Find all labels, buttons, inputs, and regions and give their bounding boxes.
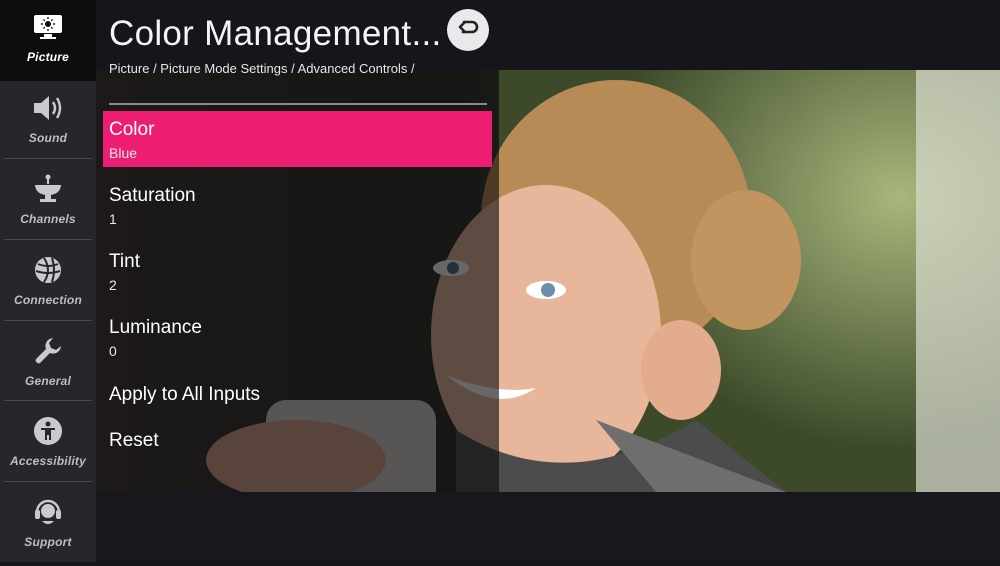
settings-sidebar: Picture Sound Channels Connection Genera…	[0, 0, 96, 562]
sidebar-item-label: Accessibility	[10, 454, 86, 468]
sidebar-item-accessibility[interactable]: Accessibility	[0, 404, 96, 485]
sidebar-item-connection[interactable]: Connection	[0, 243, 96, 324]
sidebar-item-general[interactable]: General	[0, 324, 96, 405]
menu-item-apply-to-all-inputs[interactable]: Apply to All Inputs	[103, 376, 492, 416]
footer-background	[96, 492, 1000, 562]
menu-item-label: Color	[109, 119, 155, 140]
menu-item-tint[interactable]: Tint 2	[103, 243, 492, 299]
menu-item-label: Tint	[109, 251, 140, 272]
speaker-icon	[32, 92, 64, 124]
breadcrumb: Picture / Picture Mode Settings / Advanc…	[109, 61, 415, 76]
menu-item-label: Reset	[109, 430, 159, 451]
sidebar-item-sound[interactable]: Sound	[0, 81, 96, 162]
sidebar-item-channels[interactable]: Channels	[0, 162, 96, 243]
sidebar-item-support[interactable]: Support	[0, 485, 96, 566]
sidebar-item-label: Channels	[20, 212, 76, 226]
menu-item-label: Saturation	[109, 185, 196, 206]
menu-item-value: Blue	[109, 145, 138, 161]
menu-item-saturation[interactable]: Saturation 1	[103, 177, 492, 233]
accessibility-icon	[32, 415, 64, 447]
headset-icon	[32, 496, 64, 528]
sidebar-divider	[4, 158, 92, 159]
menu-item-value: 2	[109, 277, 117, 293]
menu-item-luminance[interactable]: Luminance 0	[103, 309, 492, 365]
sidebar-item-label: Picture	[26, 50, 70, 64]
menu-item-value: 0	[109, 343, 117, 359]
menu-item-value: 1	[109, 211, 117, 227]
sidebar-divider	[4, 400, 92, 401]
wrench-icon	[32, 335, 64, 367]
back-arrow-icon	[456, 18, 480, 43]
sidebar-divider	[4, 239, 92, 240]
sidebar-divider	[4, 481, 92, 482]
sidebar-divider	[4, 320, 92, 321]
sidebar-item-label: General	[24, 374, 72, 388]
menu-item-label: Luminance	[109, 317, 202, 338]
satellite-dish-icon	[32, 173, 64, 205]
page-title: Color Management...	[109, 14, 442, 53]
sidebar-item-label: Sound	[28, 131, 68, 145]
back-button[interactable]	[447, 9, 489, 51]
menu-item-reset[interactable]: Reset	[103, 422, 492, 462]
sidebar-item-picture[interactable]: Picture	[0, 0, 96, 81]
header-divider	[109, 103, 487, 105]
menu-item-label: Apply to All Inputs	[109, 384, 261, 405]
sidebar-item-label: Connection	[14, 293, 82, 307]
globe-icon	[32, 254, 64, 286]
sidebar-item-label: Support	[24, 535, 72, 549]
picture-icon	[32, 11, 64, 43]
menu-item-color[interactable]: Color Blue	[103, 111, 492, 167]
